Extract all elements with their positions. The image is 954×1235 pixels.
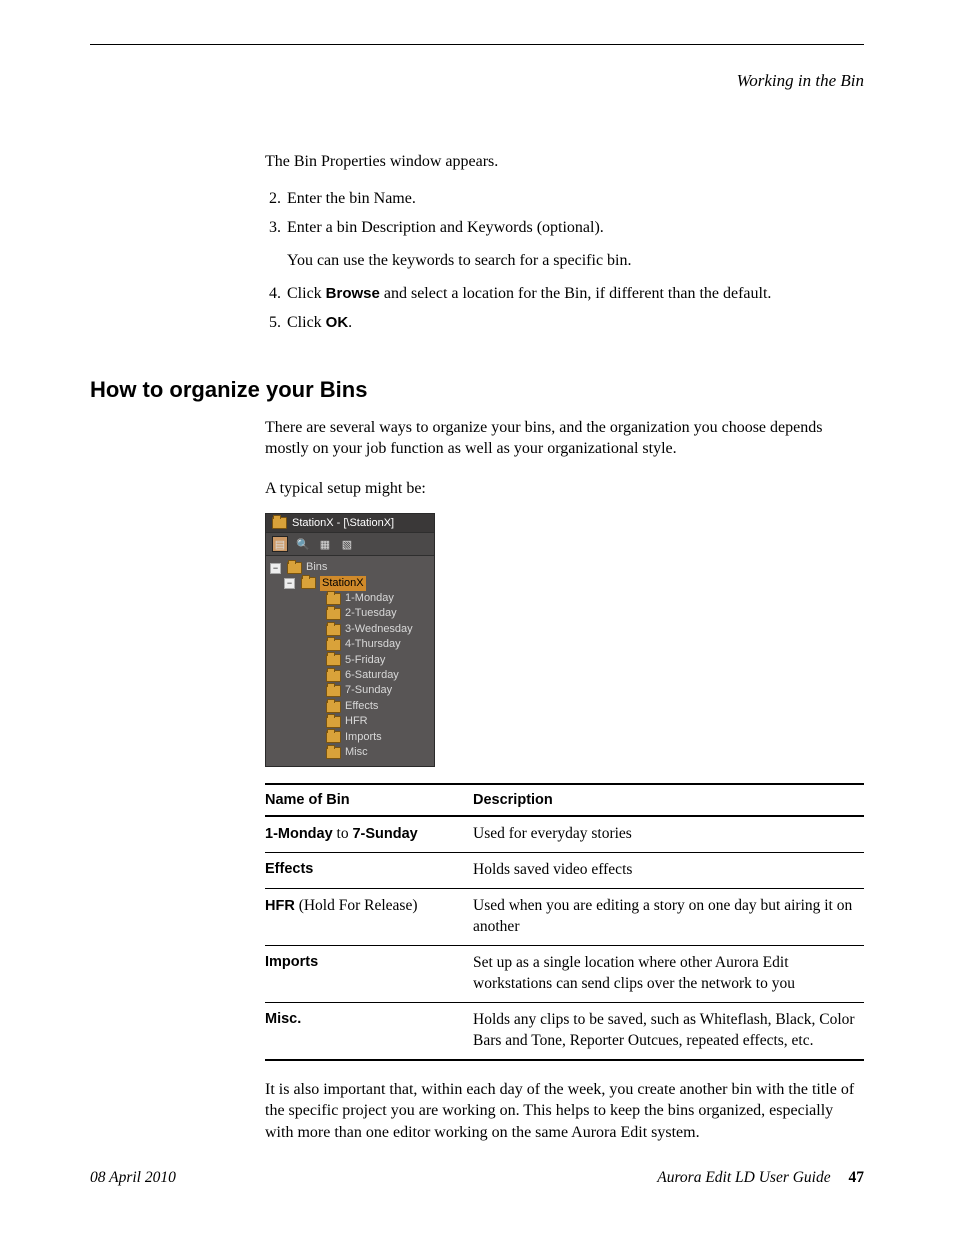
step-text: Enter the bin Name. [287, 190, 416, 207]
col-desc: Description [473, 784, 864, 816]
table-row: Imports Set up as a single location wher… [265, 946, 864, 1003]
tree-label: Imports [345, 730, 382, 745]
tree-root[interactable]: − Bins [270, 560, 430, 575]
intro-paragraph: The Bin Properties window appears. [265, 151, 864, 173]
step-4: Click Browse and select a location for t… [285, 282, 864, 305]
section-paragraph-1: There are several ways to organize your … [265, 417, 864, 460]
step-5: Click OK. [285, 311, 864, 334]
section-heading: How to organize your Bins [90, 377, 864, 403]
folder-icon [326, 731, 341, 743]
step-bold: OK [326, 314, 349, 331]
folder-icon [326, 608, 341, 620]
step-text: Enter a bin Description and Keywords (op… [287, 219, 604, 236]
tree-item[interactable]: 6-Saturday [270, 668, 430, 683]
folder-icon [326, 685, 341, 697]
table-row: HFR (Hold For Release) Used when you are… [265, 889, 864, 946]
bin-name-mid: to [333, 825, 353, 842]
folder-icon [301, 577, 316, 589]
tree-label: 2-Tuesday [345, 606, 397, 621]
table-row: Effects Holds saved video effects [265, 853, 864, 889]
tree-item[interactable]: 7-Sunday [270, 683, 430, 698]
bin-name: 1-Monday [265, 826, 333, 842]
bin-name: 7-Sunday [352, 826, 417, 842]
tree-item[interactable]: HFR [270, 714, 430, 729]
tree-label: 4-Thursday [345, 637, 401, 652]
tree-label: Effects [345, 699, 378, 714]
bin-desc: Used when you are editing a story on one… [473, 889, 864, 946]
bin-name: Imports [265, 954, 318, 970]
toolbar-button-3[interactable]: ▦ [318, 537, 332, 551]
tree-item[interactable]: Misc [270, 745, 430, 760]
step-pre: Click [287, 285, 326, 302]
folder-icon [326, 701, 341, 713]
tree-label: 6-Saturday [345, 668, 399, 683]
tree-label: Misc [345, 745, 368, 760]
footer-book: Aurora Edit LD User Guide [657, 1169, 830, 1186]
folder-icon [326, 639, 341, 651]
tree-body: − Bins − StationX 1-Monday 2-Tuesday 3-W… [266, 556, 434, 766]
tree-item[interactable]: Imports [270, 730, 430, 745]
tree-item[interactable]: 2-Tuesday [270, 606, 430, 621]
tree-item[interactable]: 1-Monday [270, 591, 430, 606]
tree-label: StationX [320, 576, 366, 591]
folder-icon [272, 517, 287, 529]
bin-tree-panel: StationX - [\StationX] ▤ 🔍 ▦ ▧ − Bins − … [265, 513, 435, 767]
tree-label: Bins [306, 560, 327, 575]
bin-desc: Set up as a single location where other … [473, 946, 864, 1003]
tree-label: 5-Friday [345, 653, 385, 668]
tree-label: 3-Wednesday [345, 622, 413, 637]
tree-item[interactable]: 4-Thursday [270, 637, 430, 652]
folder-icon [326, 593, 341, 605]
closing-paragraph: It is also important that, within each d… [265, 1079, 864, 1144]
col-name: Name of Bin [265, 784, 473, 816]
page-footer: 08 April 2010 Aurora Edit LD User Guide … [90, 1169, 864, 1187]
folder-icon [326, 716, 341, 728]
toolbar-button-4[interactable]: ▧ [340, 537, 354, 551]
bin-desc: Holds any clips to be saved, such as Whi… [473, 1002, 864, 1059]
table-row: Misc. Holds any clips to be saved, such … [265, 1002, 864, 1059]
top-rule [90, 44, 864, 45]
page-number: 47 [849, 1169, 865, 1186]
step-sub: You can use the keywords to search for a… [287, 249, 864, 272]
folder-icon [326, 624, 341, 636]
step-2: Enter the bin Name. [285, 187, 864, 210]
footer-date: 08 April 2010 [90, 1169, 176, 1187]
folder-icon [326, 654, 341, 666]
collapse-icon[interactable]: − [284, 578, 295, 589]
tree-label: 7-Sunday [345, 683, 392, 698]
step-pre: Click [287, 314, 326, 331]
toolbar-button-1[interactable]: ▤ [272, 536, 288, 552]
step-bold: Browse [326, 285, 380, 302]
tree-label: 1-Monday [345, 591, 394, 606]
step-post: and select a location for the Bin, if di… [380, 285, 772, 302]
search-icon[interactable]: 🔍 [296, 537, 310, 551]
bin-desc: Holds saved video effects [473, 853, 864, 889]
tree-titlebar: StationX - [\StationX] [266, 514, 434, 532]
tree-item[interactable]: 5-Friday [270, 653, 430, 668]
tree-title-text: StationX - [\StationX] [292, 517, 394, 529]
folder-icon [326, 670, 341, 682]
table-row: 1-Monday to 7-Sunday Used for everyday s… [265, 816, 864, 852]
bin-name: HFR [265, 898, 295, 914]
step-list: Enter the bin Name. Enter a bin Descript… [259, 187, 864, 335]
collapse-icon[interactable]: − [270, 563, 281, 574]
section-paragraph-2: A typical setup might be: [265, 478, 864, 500]
bin-name: Effects [265, 861, 313, 877]
tree-label: HFR [345, 714, 368, 729]
bin-desc: Used for everyday stories [473, 816, 864, 852]
folder-icon [287, 562, 302, 574]
bin-name: Misc. [265, 1011, 301, 1027]
bin-table: Name of Bin Description 1-Monday to 7-Su… [265, 783, 864, 1060]
running-head: Working in the Bin [90, 71, 864, 91]
tree-item[interactable]: 3-Wednesday [270, 622, 430, 637]
bin-name-paren: (Hold For Release) [295, 897, 418, 914]
step-post: . [348, 314, 352, 331]
tree-station[interactable]: − StationX [270, 576, 430, 591]
tree-item[interactable]: Effects [270, 699, 430, 714]
folder-icon [326, 747, 341, 759]
tree-toolbar: ▤ 🔍 ▦ ▧ [266, 532, 434, 556]
step-3: Enter a bin Description and Keywords (op… [285, 216, 864, 272]
